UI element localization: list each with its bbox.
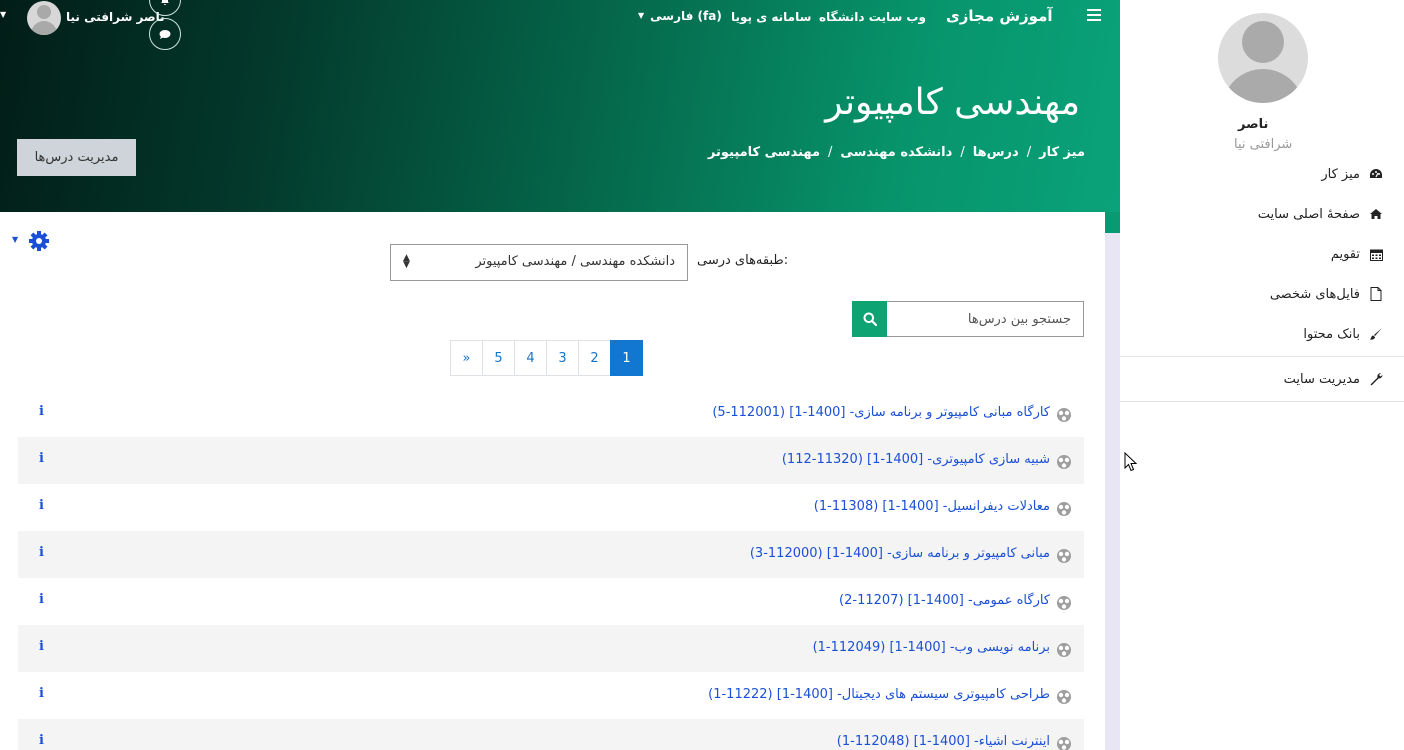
dashboard-icon xyxy=(1368,166,1384,182)
course-list-item: i کارگاه مبانی کامپیوتر و برنامه سازی- [1… xyxy=(18,390,1084,437)
course-search-input[interactable] xyxy=(886,301,1084,337)
sidebar-item-content-bank[interactable]: بانک محتوا xyxy=(1303,323,1384,345)
page-title: مهندسی کامپیوتر xyxy=(825,82,1080,123)
course-list-item: i اینترنت اشیاء- [1400-1] (112048-1) xyxy=(18,719,1084,750)
breadcrumb-computer-engineering[interactable]: مهندسی کامپیوتر xyxy=(708,145,820,160)
course-link[interactable]: برنامه نویسی وب- [1400-1] (112049-1) xyxy=(813,640,1050,655)
pagination-next[interactable]: » xyxy=(450,340,483,376)
avatar[interactable] xyxy=(1218,13,1308,103)
course-link[interactable]: اینترنت اشیاء- [1400-1] (112048-1) xyxy=(837,734,1050,749)
sidebar-item-label: فایل‌های شخصی xyxy=(1269,286,1360,302)
sidebar-user-first-name: ناصر xyxy=(1238,117,1269,132)
course-summary-info-icon[interactable]: i xyxy=(39,639,47,654)
breadcrumb-dashboard[interactable]: میز کار xyxy=(1039,145,1085,160)
course-link[interactable]: طراحی کامپیوتری سیستم های دیجیتال- [1400… xyxy=(708,687,1050,702)
pagination-page-2[interactable]: 2 xyxy=(578,340,611,376)
brush-icon xyxy=(1368,326,1384,342)
sidebar: ناصر شرافتی نیا میز کار صفحهٔ اصلی سایت … xyxy=(1120,0,1404,750)
chevron-down-icon: ▼ xyxy=(638,11,645,20)
chevron-down-icon[interactable]: ▼ xyxy=(12,235,18,244)
pagination-page-5[interactable]: 5 xyxy=(482,340,515,376)
guest-access-icon xyxy=(1056,595,1072,611)
guest-access-icon xyxy=(1056,407,1072,423)
guest-access-icon xyxy=(1056,548,1072,564)
pagination-page-4[interactable]: 4 xyxy=(514,340,547,376)
language-menu[interactable]: ▼ فارسی (fa) xyxy=(638,9,722,23)
category-label: طبقه‌های درسی: xyxy=(697,253,789,268)
home-icon xyxy=(1368,206,1384,222)
search-button[interactable] xyxy=(852,301,887,337)
menu-toggle-icon[interactable] xyxy=(1087,9,1101,21)
site-name-link[interactable]: آموزش مجازی xyxy=(946,7,1053,25)
sidebar-item-site-home[interactable]: صفحهٔ اصلی سایت xyxy=(1258,203,1384,225)
user-name: ناصر شرافتی نیا xyxy=(66,10,165,24)
sidebar-item-label: مدیریت سایت xyxy=(1283,371,1360,387)
calendar-icon xyxy=(1368,246,1384,262)
course-link[interactable]: شبیه سازی کامپیوتری- [1400-1] (11320-112… xyxy=(782,452,1050,467)
header-edge xyxy=(1105,212,1120,233)
chevron-down-icon: ▼ xyxy=(0,10,7,19)
sidebar-item-label: میز کار xyxy=(1321,166,1360,182)
course-link[interactable]: کارگاه مبانی کامپیوتر و برنامه سازی- [14… xyxy=(712,405,1050,420)
scrollbar[interactable] xyxy=(1105,233,1120,750)
file-icon xyxy=(1368,286,1384,302)
page-header: آموزش مجازی وب سایت دانشگاه سامانه ی پوی… xyxy=(0,0,1120,212)
select-arrows-icon: ▲ ▼ xyxy=(403,253,410,270)
messages-chat-icon[interactable] xyxy=(149,18,181,50)
guest-access-icon xyxy=(1056,689,1072,705)
course-list-item: i شبیه سازی کامپیوتری- [1400-1] (11320-11… xyxy=(18,437,1084,484)
avatar xyxy=(27,1,61,35)
course-summary-info-icon[interactable]: i xyxy=(39,733,47,748)
sidebar-item-private-files[interactable]: فایل‌های شخصی xyxy=(1270,283,1384,305)
course-link[interactable]: مبانی کامپیوتر و برنامه سازی- [1400-1] (… xyxy=(750,546,1050,561)
sidebar-item-site-administration[interactable]: مدیریت سایت xyxy=(1284,368,1384,390)
wrench-icon xyxy=(1368,371,1384,387)
course-list-item: i برنامه نویسی وب- [1400-1] (112049-1) xyxy=(18,625,1084,672)
course-list-item: i معادلات دیفرانسیل- [1400-1] (11308-1) xyxy=(18,484,1084,531)
sidebar-item-label: صفحهٔ اصلی سایت xyxy=(1257,206,1360,222)
sidebar-divider xyxy=(1120,356,1404,357)
course-list: i کارگاه مبانی کامپیوتر و برنامه سازی- [1… xyxy=(18,390,1084,750)
course-summary-info-icon[interactable]: i xyxy=(39,545,47,560)
guest-access-icon xyxy=(1056,454,1072,470)
course-summary-info-icon[interactable]: i xyxy=(39,451,47,466)
guest-access-icon xyxy=(1056,736,1072,750)
sidebar-item-label: تقویم xyxy=(1330,246,1360,262)
manage-courses-button[interactable]: مدیریت درس‌ها xyxy=(17,139,136,176)
course-summary-info-icon[interactable]: i xyxy=(39,592,47,607)
course-link[interactable]: کارگاه عمومی- [1400-1] (11207-2) xyxy=(839,593,1050,608)
course-list-item: i کارگاه عمومی- [1400-1] (11207-2) xyxy=(18,578,1084,625)
mouse-cursor-icon xyxy=(1124,452,1138,472)
sidebar-item-dashboard[interactable]: میز کار xyxy=(1321,163,1384,185)
sidebar-divider xyxy=(1120,401,1404,402)
sidebar-user-last-name: شرافتی نیا xyxy=(1234,137,1293,152)
category-select[interactable]: دانشکده مهندسی / مهندسی کامپیوتر ▲ ▼ xyxy=(390,244,688,281)
course-summary-info-icon[interactable]: i xyxy=(39,404,47,419)
breadcrumb: میز کار/درس‌ها/دانشکده مهندسی/مهندسی کام… xyxy=(707,145,1085,160)
breadcrumb-faculty-engineering[interactable]: دانشکده مهندسی xyxy=(840,145,952,160)
pagination: » 5 4 3 2 1 xyxy=(450,340,643,376)
language-label: فارسی (fa) xyxy=(650,9,722,23)
pagination-page-1[interactable]: 1 xyxy=(610,340,643,376)
guest-access-icon xyxy=(1056,501,1072,517)
nav-link-university-website[interactable]: وب سایت دانشگاه xyxy=(819,10,926,24)
breadcrumb-courses[interactable]: درس‌ها xyxy=(973,145,1019,160)
course-summary-info-icon[interactable]: i xyxy=(39,686,47,701)
course-list-item: i طراحی کامپیوتری سیستم های دیجیتال- [140… xyxy=(18,672,1084,719)
nav-link-pouya-system[interactable]: سامانه ی پویا xyxy=(731,10,811,24)
settings-gear-icon[interactable] xyxy=(28,230,50,252)
sidebar-item-label: بانک محتوا xyxy=(1303,326,1360,342)
guest-access-icon xyxy=(1056,642,1072,658)
course-link[interactable]: معادلات دیفرانسیل- [1400-1] (11308-1) xyxy=(814,499,1050,514)
course-list-item: i مبانی کامپیوتر و برنامه سازی- [1400-1] … xyxy=(18,531,1084,578)
course-summary-info-icon[interactable]: i xyxy=(39,498,47,513)
pagination-page-3[interactable]: 3 xyxy=(546,340,579,376)
search-icon xyxy=(863,312,877,326)
sidebar-item-calendar[interactable]: تقویم xyxy=(1331,243,1384,265)
category-select-value: دانشکده مهندسی / مهندسی کامپیوتر xyxy=(475,254,675,269)
